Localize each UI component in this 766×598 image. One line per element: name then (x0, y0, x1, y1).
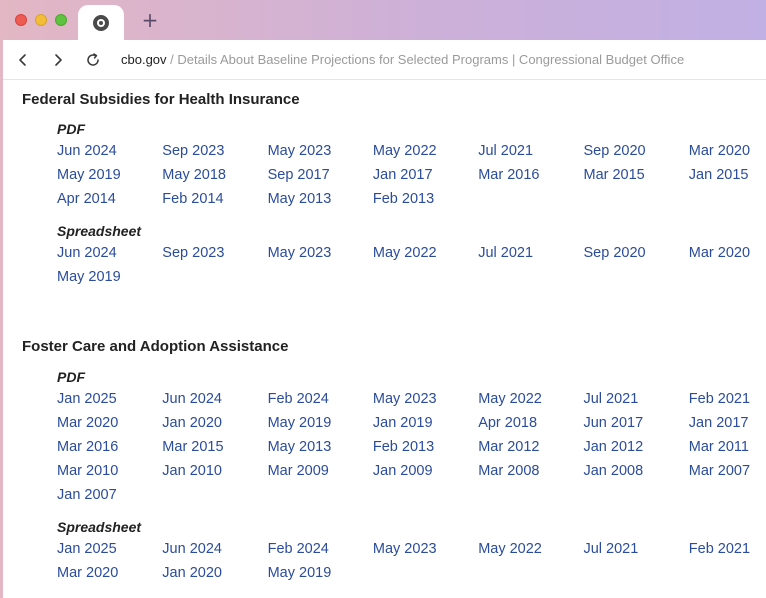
address-bar[interactable]: cbo.gov / Details About Baseline Project… (121, 40, 684, 80)
date-link[interactable]: Mar 2011 (689, 435, 766, 459)
site-favicon-icon (93, 14, 109, 31)
date-link[interactable]: May 2018 (162, 163, 267, 187)
date-link[interactable]: Mar 2016 (478, 163, 583, 187)
chevron-left-icon (19, 54, 26, 66)
date-link[interactable]: Mar 2010 (57, 459, 162, 483)
date-link[interactable]: May 2022 (478, 537, 583, 561)
minimize-window-button[interactable] (35, 14, 47, 26)
section-title: Federal Subsidies for Health Insurance (22, 91, 300, 108)
link-grid: Jun 2024 Sep 2023 May 2023 May 2022 Jul 2021… (57, 139, 766, 211)
date-link[interactable]: May 2023 (373, 537, 478, 561)
close-window-button[interactable] (15, 14, 27, 26)
date-link[interactable]: Mar 2020 (689, 241, 766, 265)
browser-toolbar: cbo.gov / Details About Baseline Project… (3, 40, 766, 80)
date-link[interactable]: Jul 2021 (583, 537, 688, 561)
date-link[interactable]: May 2023 (373, 387, 478, 411)
date-link[interactable]: Jan 2010 (162, 459, 267, 483)
date-link[interactable]: May 2013 (268, 435, 373, 459)
date-link[interactable]: Mar 2009 (268, 459, 373, 483)
date-link[interactable]: Sep 2020 (583, 241, 688, 265)
group-label-pdf: PDF (57, 369, 85, 385)
browser-window: cbo.gov / Details About Baseline Project… (3, 40, 766, 598)
date-link[interactable]: Mar 2007 (689, 459, 766, 483)
date-link[interactable]: May 2019 (57, 163, 162, 187)
date-link[interactable]: Feb 2021 (689, 387, 766, 411)
date-link[interactable]: Jan 2008 (583, 459, 688, 483)
date-link[interactable]: May 2019 (268, 411, 373, 435)
back-button[interactable] (13, 50, 33, 70)
date-link[interactable]: Feb 2021 (689, 537, 766, 561)
section-title: Foster Care and Adoption Assistance (22, 338, 289, 355)
date-link[interactable]: Feb 2024 (268, 537, 373, 561)
date-link[interactable]: Jan 2019 (373, 411, 478, 435)
date-link[interactable]: Jul 2021 (478, 241, 583, 265)
date-link[interactable]: Feb 2024 (268, 387, 373, 411)
group-label-spreadsheet: Spreadsheet (57, 519, 142, 535)
new-tab-button[interactable]: + (140, 8, 160, 32)
date-link[interactable]: Feb 2013 (373, 435, 478, 459)
date-link[interactable]: Feb 2014 (162, 187, 267, 211)
date-link[interactable]: Jan 2012 (583, 435, 688, 459)
date-link[interactable]: Apr 2018 (478, 411, 583, 435)
date-link[interactable]: Jun 2024 (162, 537, 267, 561)
group-label-pdf: PDF (57, 121, 85, 137)
date-link[interactable]: Mar 2020 (57, 561, 162, 585)
date-link[interactable]: Jul 2021 (478, 139, 583, 163)
date-link[interactable]: Mar 2008 (478, 459, 583, 483)
date-link[interactable]: Jan 2017 (689, 411, 766, 435)
active-tab[interactable] (78, 5, 124, 40)
date-link[interactable]: May 2019 (57, 265, 162, 289)
link-grid: Jun 2024 Sep 2023 May 2023 May 2022 Jul 2021… (57, 241, 766, 289)
date-link[interactable]: Feb 2013 (373, 187, 478, 211)
date-link[interactable]: Jan 2015 (689, 163, 766, 187)
date-link[interactable]: Jan 2020 (162, 561, 267, 585)
reload-button[interactable] (83, 50, 103, 70)
date-link[interactable]: May 2022 (478, 387, 583, 411)
date-link[interactable]: Mar 2015 (583, 163, 688, 187)
date-link[interactable]: May 2022 (373, 139, 478, 163)
chevron-right-icon (55, 54, 62, 66)
date-link[interactable]: May 2019 (268, 561, 373, 585)
date-link[interactable]: Mar 2012 (478, 435, 583, 459)
date-link[interactable]: Jan 2025 (57, 387, 162, 411)
date-link[interactable]: Jun 2024 (162, 387, 267, 411)
group-label-spreadsheet: Spreadsheet (57, 223, 142, 239)
date-link[interactable]: Jul 2021 (583, 387, 688, 411)
date-link[interactable]: Sep 2020 (583, 139, 688, 163)
maximize-window-button[interactable] (55, 14, 67, 26)
date-link[interactable]: Jan 2007 (57, 483, 162, 507)
date-link[interactable]: Jun 2017 (583, 411, 688, 435)
reload-icon (87, 53, 99, 66)
date-link[interactable]: Jan 2017 (373, 163, 478, 187)
date-link[interactable]: Jun 2024 (57, 241, 162, 265)
url-domain: cbo.gov (121, 52, 167, 67)
date-link[interactable]: Mar 2015 (162, 435, 267, 459)
link-grid: Jan 2025 Jun 2024 Feb 2024 May 2023 May 2022… (57, 537, 766, 585)
page-content: Federal Subsidies for Health Insurance P… (3, 81, 766, 598)
tab-strip: + (0, 0, 766, 40)
date-link[interactable]: Jan 2025 (57, 537, 162, 561)
date-link[interactable]: Sep 2017 (268, 163, 373, 187)
forward-button[interactable] (48, 50, 68, 70)
date-link[interactable]: May 2023 (268, 139, 373, 163)
date-link[interactable]: Jan 2009 (373, 459, 478, 483)
date-link[interactable]: Sep 2023 (162, 241, 267, 265)
date-link[interactable]: May 2023 (268, 241, 373, 265)
date-link[interactable]: May 2013 (268, 187, 373, 211)
date-link[interactable]: Mar 2020 (689, 139, 766, 163)
date-link[interactable]: Mar 2020 (57, 411, 162, 435)
date-link[interactable]: Apr 2014 (57, 187, 162, 211)
date-link[interactable]: Jan 2020 (162, 411, 267, 435)
link-grid: Jan 2025 Jun 2024 Feb 2024 May 2023 May 2022… (57, 387, 766, 507)
page-title-in-url: / Details About Baseline Projections for… (166, 52, 685, 67)
date-link[interactable]: Sep 2023 (162, 139, 267, 163)
date-link[interactable]: Mar 2016 (57, 435, 162, 459)
date-link[interactable]: May 2022 (373, 241, 478, 265)
date-link[interactable]: Jun 2024 (57, 139, 162, 163)
